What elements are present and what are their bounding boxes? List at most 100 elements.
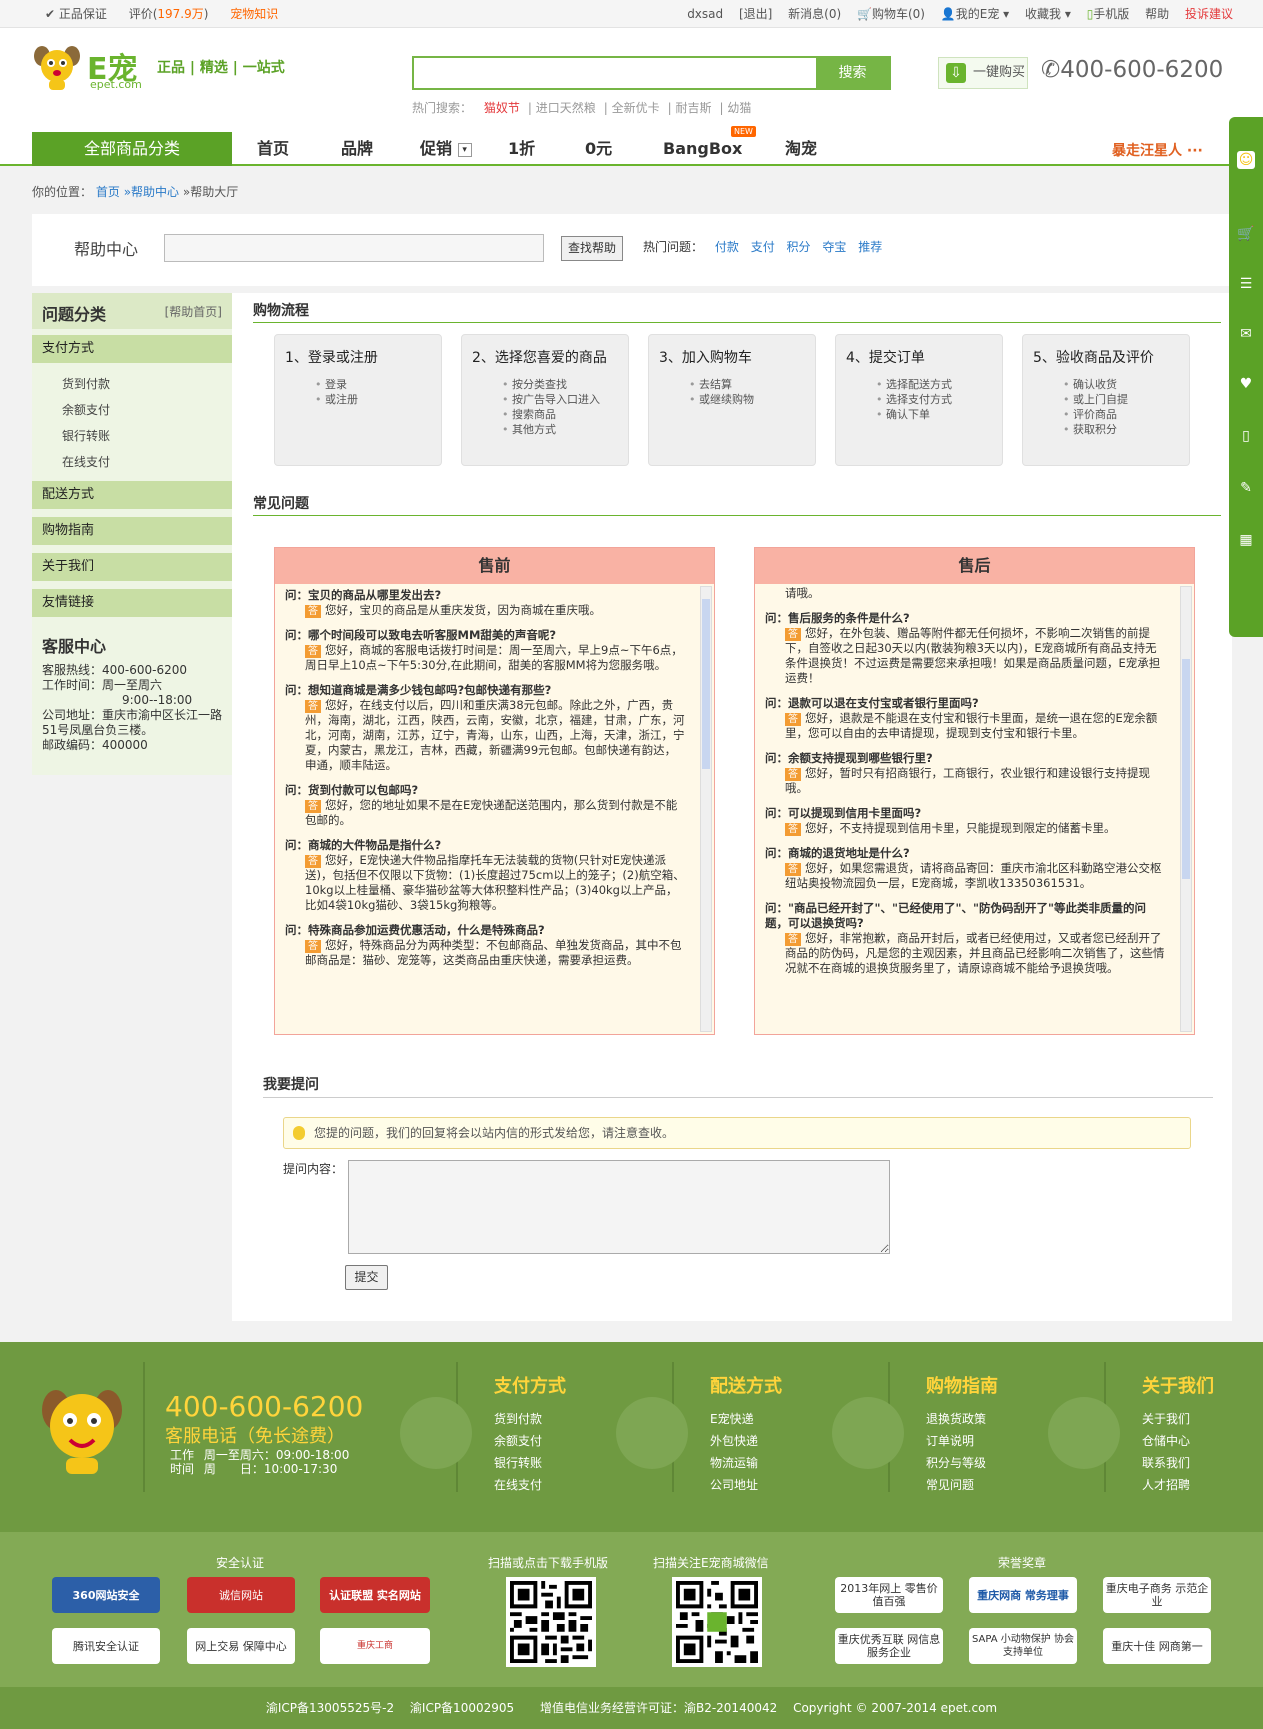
nav-discount[interactable]: 1折 [508, 132, 535, 166]
icp-text[interactable]: 渝ICP备10002905 [410, 1701, 514, 1715]
hot-search-item[interactable]: 进口天然粮 [536, 101, 596, 115]
pet-knowledge-link[interactable]: 宠物知识 [230, 7, 278, 21]
presale-faq-box[interactable]: 售前 问：宝贝的商品从哪里发出去? 答您好，宝贝的商品是从重庆发货，因为商城在重… [274, 547, 715, 1035]
sidebar-category-payment[interactable]: 支付方式 [32, 335, 232, 363]
nav-taochong[interactable]: 淘宠 [785, 132, 817, 166]
nav-brand[interactable]: 品牌 [341, 132, 373, 166]
qrcode-icon[interactable]: ▦ [1237, 531, 1255, 549]
hot-search: 热门搜索： 猫奴节 | 进口天然粮 | 全新优卡 | 耐吉斯 | 幼猫 [412, 101, 752, 115]
hot-question-link[interactable]: 推荐 [858, 240, 882, 254]
cart-icon[interactable]: 🛒 [1237, 225, 1255, 243]
footer-link[interactable]: 银行转账 [494, 1452, 566, 1474]
complaint-link[interactable]: 投诉建议 [1185, 7, 1233, 21]
security-badge[interactable]: 网上交易 保障中心 [187, 1628, 295, 1664]
honor-badge[interactable]: 重庆十佳 网商第一 [1103, 1628, 1211, 1664]
help-home-link[interactable]: [帮助首页] [165, 303, 222, 320]
wechat-qrcode[interactable] [672, 1577, 762, 1667]
rating-link[interactable]: 评价(197.9万) [129, 7, 209, 21]
logout-link[interactable]: [退出] [739, 7, 772, 21]
footer-link[interactable]: 公司地址 [710, 1474, 782, 1496]
footer-link[interactable]: 仓储中心 [1142, 1430, 1214, 1452]
hot-question-link[interactable]: 支付 [751, 240, 775, 254]
aftersale-scrollbar[interactable] [1180, 586, 1192, 1032]
footer-link[interactable]: 在线支付 [494, 1474, 566, 1496]
hot-question-link[interactable]: 夺宝 [822, 240, 846, 254]
search-button[interactable]: 搜索 [816, 58, 889, 88]
orders-icon[interactable]: ☰ [1237, 275, 1255, 293]
scroll-thumb[interactable] [1182, 659, 1190, 879]
help-search-input[interactable] [164, 234, 544, 262]
footer-link[interactable]: 货到付款 [494, 1408, 566, 1430]
pencil-icon[interactable]: ✎ [1237, 479, 1255, 497]
footer-link[interactable]: 物流运输 [710, 1452, 782, 1474]
footer-link[interactable]: 积分与等级 [926, 1452, 998, 1474]
mobile-icon[interactable]: ▯ [1237, 427, 1255, 445]
heart-icon[interactable]: ♥ [1237, 375, 1255, 393]
hot-question-link[interactable]: 积分 [787, 240, 811, 254]
step-item: 搜索商品 [502, 407, 600, 422]
security-badge[interactable]: 诚信网站 [187, 1577, 295, 1613]
favorites-menu[interactable]: 收藏我 ▾ [1025, 7, 1071, 21]
process-step: 4、提交订单 选择配送方式选择支付方式确认下单 [835, 334, 1003, 466]
hot-search-item[interactable]: 耐吉斯 [675, 101, 711, 115]
security-badge[interactable]: 重庆工商 [320, 1628, 430, 1664]
my-epet-menu[interactable]: 👤我的E宠 ▾ [941, 7, 1009, 21]
sidebar-item[interactable]: 货到付款 [62, 375, 110, 392]
nav-home[interactable]: 首页 [257, 132, 289, 166]
honor-badge[interactable]: 2013年网上 零售价值百强 [835, 1577, 943, 1613]
chat-icon[interactable]: ✉ [1237, 325, 1255, 343]
footer-link[interactable]: 关于我们 [1142, 1408, 1214, 1430]
avatar-icon[interactable]: ☺ [1237, 151, 1255, 169]
honor-badge[interactable]: 重庆网商 常务理事 [969, 1577, 1077, 1613]
footer-link[interactable]: 余额支付 [494, 1430, 566, 1452]
breadcrumb-help-center[interactable]: »帮助中心 [124, 185, 179, 199]
nav-zero-yuan[interactable]: 0元 [585, 132, 612, 166]
sidebar-category-about[interactable]: 关于我们 [32, 553, 232, 581]
aftersale-faq-box[interactable]: 售后 请哦。 问：售后服务的条件是什么? 答您好，在外包装、赠品等附件都无任何损… [754, 547, 1195, 1035]
footer-link[interactable]: 外包快递 [710, 1430, 782, 1452]
presale-scrollbar[interactable] [700, 586, 712, 1032]
nav-bangbox[interactable]: BangBox [663, 132, 742, 166]
footer-link[interactable]: E宠快递 [710, 1408, 782, 1430]
submit-button[interactable]: 提交 [345, 1265, 388, 1290]
username[interactable]: dxsad [687, 7, 723, 21]
footer-link[interactable]: 人才招聘 [1142, 1474, 1214, 1496]
sidebar-category-guide[interactable]: 购物指南 [32, 517, 232, 545]
footer-link[interactable]: 联系我们 [1142, 1452, 1214, 1474]
messages-link[interactable]: 新消息(0) [788, 7, 841, 21]
honor-badge[interactable]: 重庆优秀互联 网信息服务企业 [835, 1628, 943, 1664]
footer-link[interactable]: 常见问题 [926, 1474, 998, 1496]
hot-search-item[interactable]: 全新优卡 [612, 101, 660, 115]
security-badge[interactable]: 认证联盟 实名网站 [320, 1577, 430, 1613]
scroll-thumb[interactable] [702, 599, 710, 769]
sidebar-item[interactable]: 余额支付 [62, 401, 110, 418]
nav-promotion[interactable]: 促销 ▾ [420, 132, 472, 166]
breadcrumb-home[interactable]: 首页 [96, 185, 120, 199]
footer-link[interactable]: 订单说明 [926, 1430, 998, 1452]
hot-search-item[interactable]: 幼猫 [727, 101, 751, 115]
security-badge[interactable]: 360网站安全 [52, 1577, 160, 1613]
promo-banner[interactable]: 暴走汪星人 ··· [1112, 140, 1203, 160]
honor-badge[interactable]: 重庆电子商务 示范企业 [1103, 1577, 1211, 1613]
security-badge[interactable]: 腾讯安全认证 [52, 1628, 160, 1664]
ask-content-textarea[interactable] [348, 1160, 890, 1254]
logo[interactable]: E宠 epet.com [32, 42, 172, 92]
footer-link[interactable]: 退换货政策 [926, 1408, 998, 1430]
app-qrcode[interactable] [506, 1577, 596, 1667]
sidebar-category-delivery[interactable]: 配送方式 [32, 481, 232, 509]
hot-question-link[interactable]: 付款 [715, 240, 739, 254]
sidebar-item[interactable]: 在线支付 [62, 453, 110, 470]
cart-link[interactable]: 🛒购物车(0) [857, 7, 925, 21]
search-input[interactable] [414, 58, 814, 88]
hot-search-item[interactable]: 猫奴节 [484, 101, 520, 115]
help-link[interactable]: 帮助 [1145, 7, 1169, 21]
mobile-link[interactable]: ▯手机版 [1087, 7, 1130, 21]
honor-badge[interactable]: SAPA 小动物保护 协会支持单位 [969, 1628, 1077, 1664]
sidebar-category-links[interactable]: 友情链接 [32, 589, 232, 617]
find-help-button[interactable]: 查找帮助 [561, 236, 623, 261]
sidebar-item[interactable]: 银行转账 [62, 427, 110, 444]
faq-question: 问：余额支持提现到哪些银行里? [765, 751, 933, 765]
icp-text[interactable]: 渝ICP备13005525号-2 [266, 1701, 394, 1715]
one-click-buy-button[interactable]: ⇩ 一键购买 [938, 57, 1028, 89]
all-categories-button[interactable]: 全部商品分类 [32, 132, 232, 166]
